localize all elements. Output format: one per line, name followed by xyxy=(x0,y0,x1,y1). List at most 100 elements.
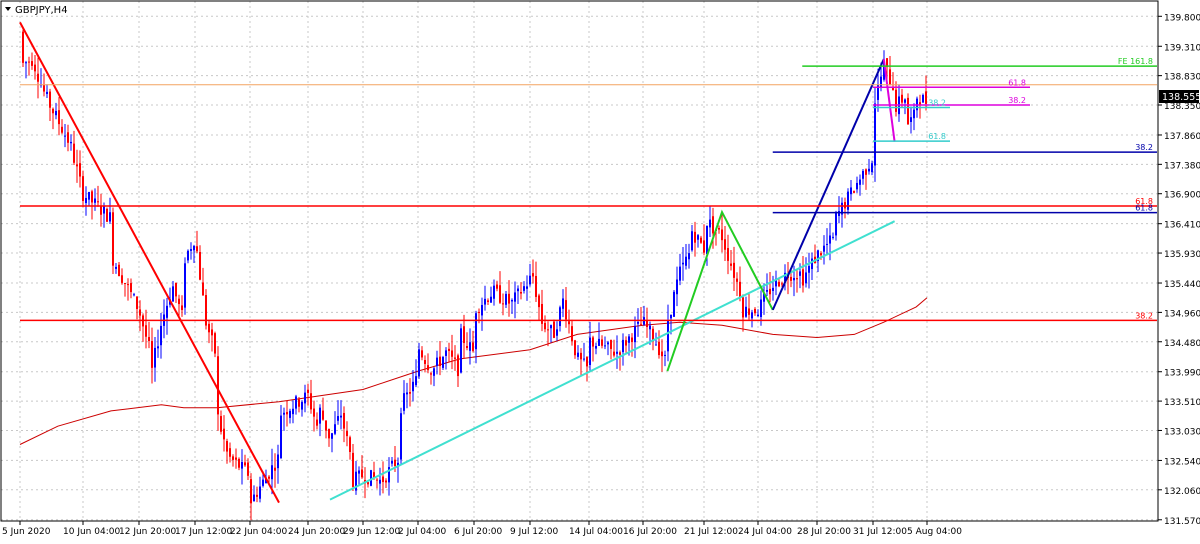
candle-bear xyxy=(640,323,642,325)
time-tick-label: 28 Jul 20:00 xyxy=(797,527,851,537)
candle-bull xyxy=(88,191,90,200)
candle-bear xyxy=(106,208,108,222)
fib-level-label: 61.8 xyxy=(1135,204,1153,213)
candle-bull xyxy=(607,342,609,345)
candle-bull xyxy=(808,266,810,273)
price-tick-label: 131.570 xyxy=(1164,517,1200,527)
candle-bull xyxy=(682,262,684,265)
candle-bull xyxy=(289,410,291,418)
candle-bull xyxy=(262,479,264,486)
candle-bear xyxy=(352,452,354,487)
candle-bull xyxy=(103,206,105,214)
candle-bear xyxy=(343,412,345,429)
candle-bull xyxy=(340,415,342,418)
candle-bull xyxy=(751,312,753,319)
fib-level-label: 38.2 xyxy=(1008,96,1026,105)
candle-bear xyxy=(889,69,891,85)
candle-bear xyxy=(37,73,39,82)
candle-bull xyxy=(433,368,435,376)
candle-bull xyxy=(415,376,417,386)
candle-bear xyxy=(223,428,225,440)
candle-bear xyxy=(781,283,783,285)
candle-bear xyxy=(727,248,729,261)
candle-bull xyxy=(550,325,552,329)
candle-bear xyxy=(274,467,276,471)
candle-bear xyxy=(34,64,36,72)
candle-bear xyxy=(409,392,411,394)
chart-window[interactable]: FE 161.8 61.8 38.2 38.2 61.8 38.2 61.8 61.8 38.2… xyxy=(0,0,1200,540)
candle-bull xyxy=(868,168,870,172)
candle-bear xyxy=(382,476,384,483)
candle-bear xyxy=(451,350,453,357)
candle-bear xyxy=(466,345,468,348)
time-tick-label: 21 Jul 12:00 xyxy=(684,527,738,537)
candle-bull xyxy=(154,347,156,368)
candle-bull xyxy=(745,306,747,317)
candle-bear xyxy=(736,278,738,282)
price-tick-label: 133.030 xyxy=(1164,427,1200,437)
candle-bear xyxy=(250,479,252,504)
candle-bull xyxy=(403,393,405,411)
candle-bear xyxy=(790,276,792,281)
candle-bull xyxy=(241,461,243,469)
candle-bull xyxy=(160,325,162,346)
candle-bull xyxy=(634,326,636,343)
candle-bull xyxy=(805,272,807,284)
time-tick-label: 12 Jun 20:00 xyxy=(119,527,176,537)
candle-bull xyxy=(46,91,48,94)
candle-bear xyxy=(73,143,75,163)
candle-bull xyxy=(337,416,339,421)
candle-bear xyxy=(748,308,750,315)
candle-bear xyxy=(217,356,219,415)
candle-bull xyxy=(514,292,516,302)
candle-bull xyxy=(766,289,768,292)
candle-bull xyxy=(556,329,558,336)
candle-bear xyxy=(769,288,771,295)
candle-bull xyxy=(910,117,912,122)
candle-bear xyxy=(91,191,93,203)
candle-bull xyxy=(664,354,666,356)
candle-bear xyxy=(244,462,246,466)
price-chart[interactable]: FE 161.861.838.238.261.838.261.861.838.2… xyxy=(0,0,1200,540)
candle-bull xyxy=(529,275,531,285)
candle-bear xyxy=(310,393,312,410)
candle-bull xyxy=(436,357,438,366)
candle-bear xyxy=(694,231,696,243)
candle-bull xyxy=(880,76,882,88)
candle-bull xyxy=(826,243,828,245)
candle-bear xyxy=(79,163,81,177)
candle-bull xyxy=(190,249,192,251)
candle-bear xyxy=(712,216,714,234)
candle-bull xyxy=(637,321,639,324)
time-tick-label: 17 Jun 12:00 xyxy=(175,527,232,537)
candle-bear xyxy=(112,212,114,266)
candle-bear xyxy=(346,431,348,437)
candle-bull xyxy=(595,345,597,349)
candle-bear xyxy=(100,205,102,215)
candle-bear xyxy=(202,282,204,296)
candle-bull xyxy=(493,285,495,299)
candle-bull xyxy=(709,219,711,228)
candle-bear xyxy=(508,293,510,304)
candle-bear xyxy=(739,281,741,298)
candle-bull xyxy=(583,358,585,360)
candle-bull xyxy=(913,109,915,119)
candle-bull xyxy=(271,465,273,480)
candle-bull xyxy=(505,293,507,305)
candle-bull xyxy=(697,235,699,240)
candle-bear xyxy=(454,357,456,359)
candle-bull xyxy=(292,408,294,415)
candle-bear xyxy=(214,333,216,354)
candle-bear xyxy=(199,251,201,280)
candle-bear xyxy=(586,357,588,367)
candle-bull xyxy=(295,396,297,409)
candle-bear xyxy=(613,351,615,356)
candle-bear xyxy=(820,253,822,256)
price-tick-label: 132.060 xyxy=(1164,487,1200,497)
candle-bull xyxy=(400,413,402,460)
candle-bear xyxy=(703,240,705,253)
price-tick-label: 134.960 xyxy=(1164,309,1200,319)
candle-bull xyxy=(484,298,486,305)
candle-bull xyxy=(772,287,774,291)
candle-bull xyxy=(856,182,858,190)
